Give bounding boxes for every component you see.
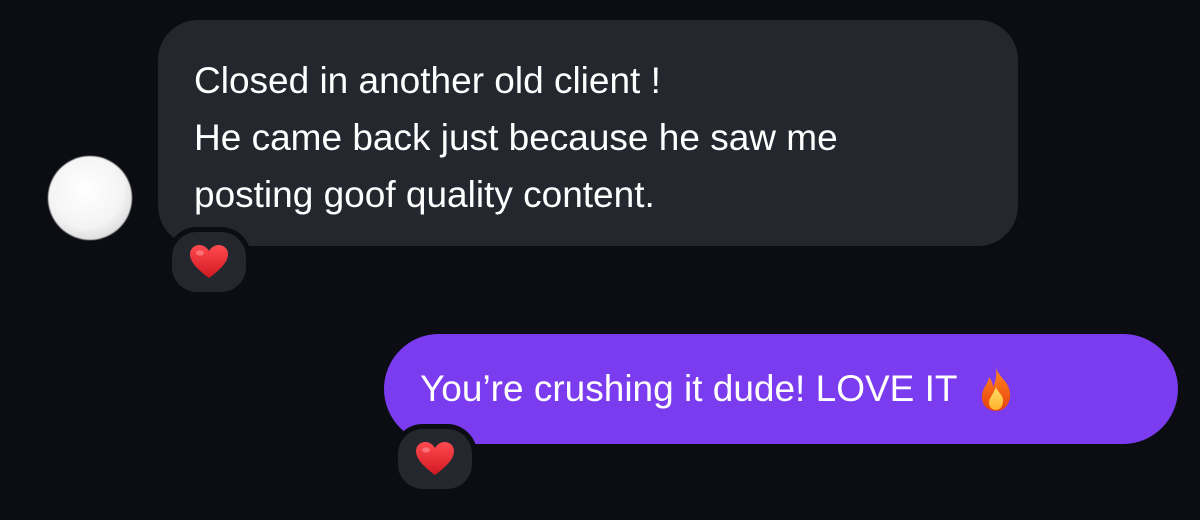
- outgoing-message-reaction[interactable]: [393, 424, 477, 494]
- outgoing-message-bubble[interactable]: You’re crushing it dude! LOVE IT: [384, 334, 1178, 444]
- incoming-message-bubble[interactable]: Closed in another old client ! He came b…: [158, 20, 1018, 246]
- message-text-line: He came back just because he saw me: [194, 117, 838, 158]
- fire-emoji-icon: [981, 367, 1010, 411]
- message-text: You’re crushing it dude! LOVE IT: [420, 368, 958, 409]
- message-text-line: posting goof quality content.: [194, 174, 655, 215]
- red-heart-icon: [416, 442, 454, 475]
- red-heart-icon: [190, 245, 228, 278]
- incoming-message-reaction[interactable]: [167, 227, 251, 297]
- sender-avatar[interactable]: [48, 156, 132, 240]
- message-text-line: Closed in another old client !: [194, 60, 661, 101]
